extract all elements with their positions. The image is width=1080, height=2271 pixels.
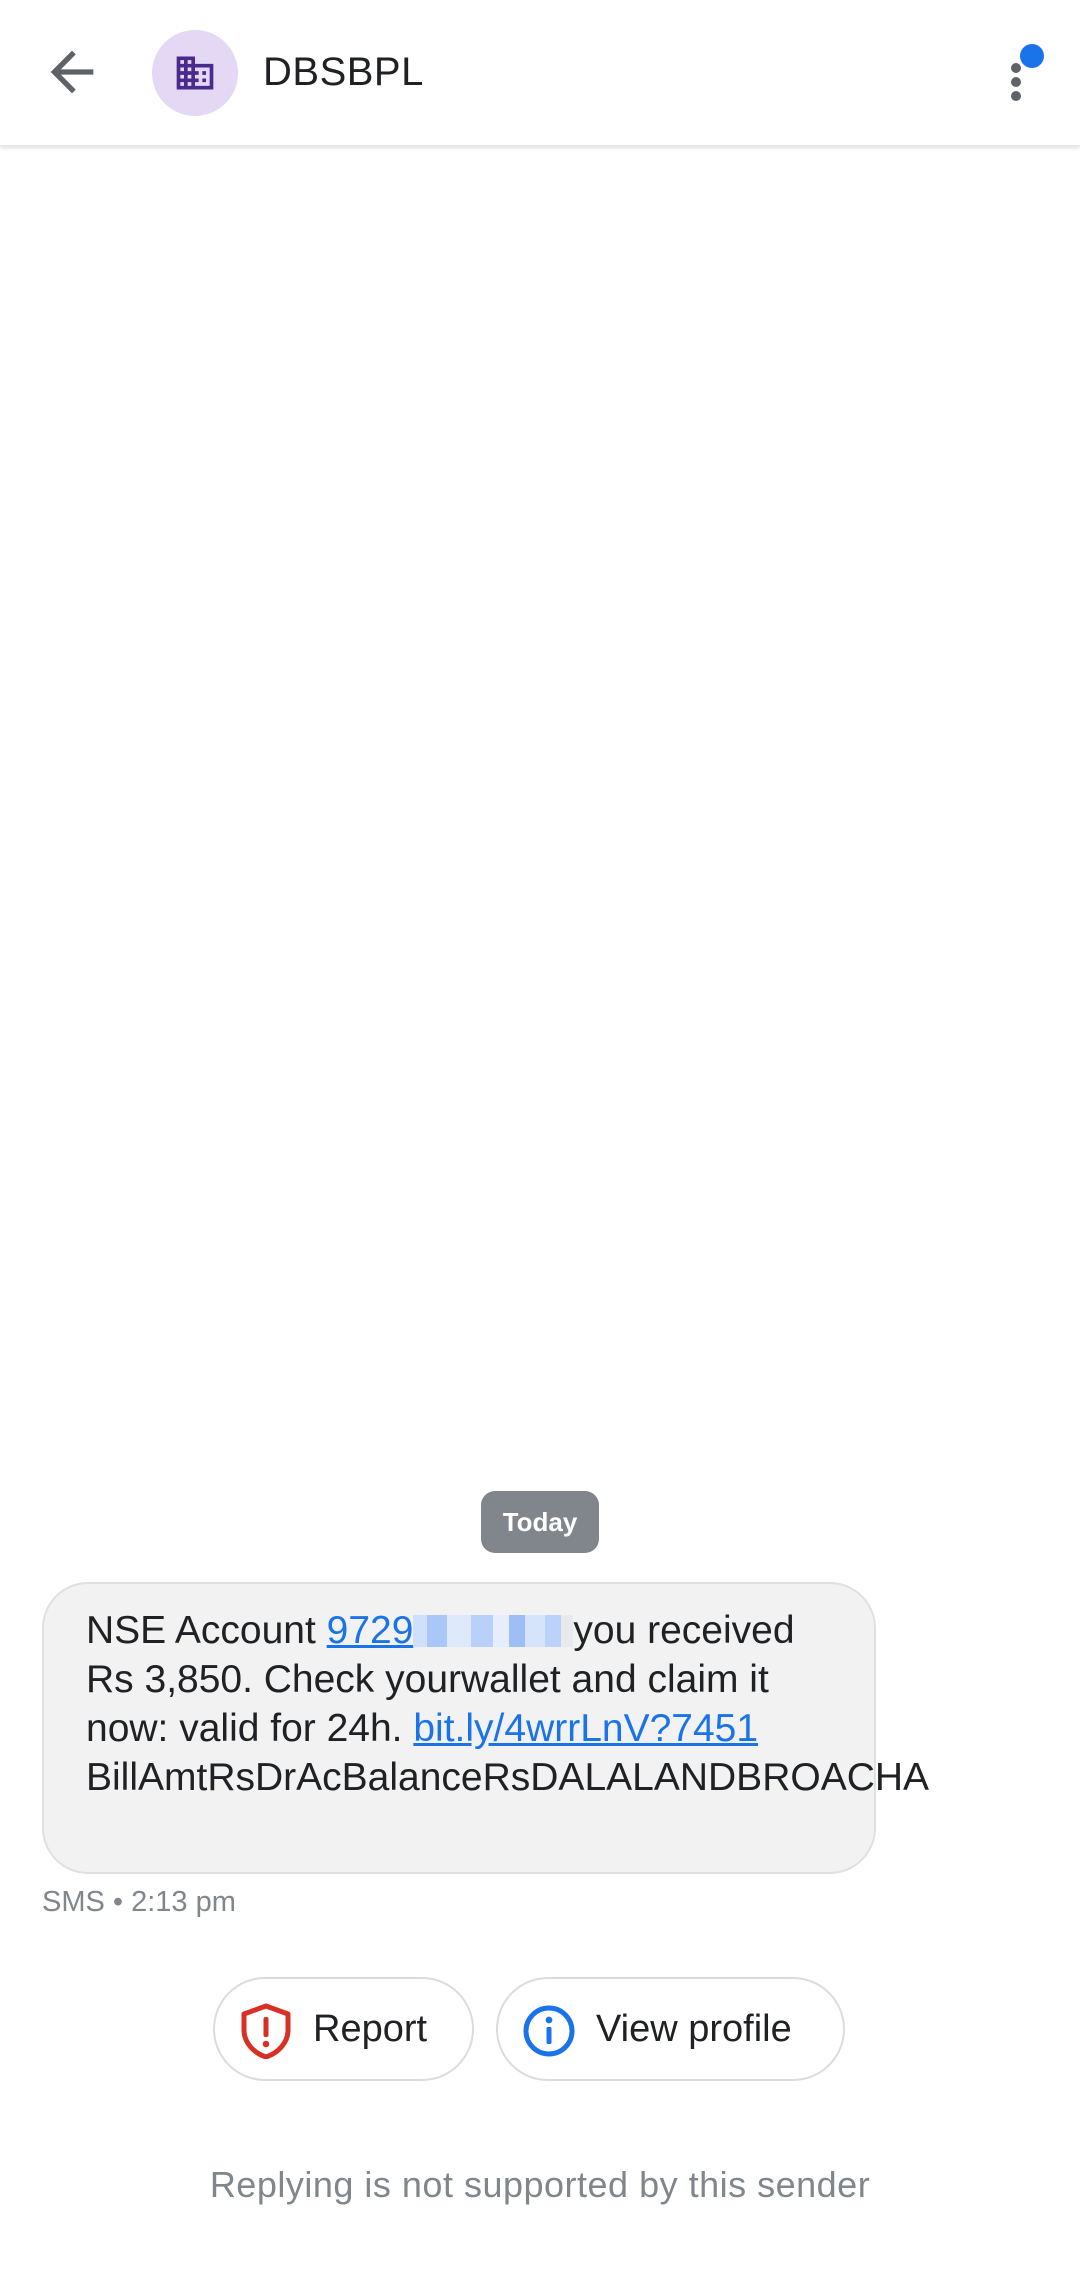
message-text-part3: BillAmtRsDrAcBalanceRsDALALANDBROACHA (86, 1756, 930, 1799)
conversation-title[interactable]: DBSBPL (263, 50, 424, 95)
message-bubble[interactable]: NSE Account 9729 you received Rs 3,850. C… (42, 1582, 929, 1874)
notification-badge (1020, 44, 1044, 68)
info-icon (523, 2005, 575, 2057)
message-meta: SMS • 2:13 pm (42, 1886, 236, 1918)
message-text-part1: NSE Account (86, 1609, 327, 1652)
arrow-back-icon (50, 50, 94, 94)
business-building-icon (176, 56, 214, 90)
url-link[interactable]: bit.ly/4wrrLnV?7451 (413, 1707, 758, 1750)
view-profile-label: View profile (596, 2008, 792, 2050)
phone-number-link[interactable]: 9729 (327, 1609, 414, 1652)
app-bar: DBSBPL (0, 0, 1080, 146)
shield-alert-icon (241, 2003, 291, 2059)
avatar[interactable] (152, 30, 238, 116)
view-profile-button[interactable]: View profile (496, 1977, 845, 2081)
report-label: Report (313, 2008, 428, 2050)
report-button[interactable]: Report (213, 1977, 474, 2081)
back-button[interactable] (40, 40, 104, 104)
redacted-number (413, 1615, 574, 1647)
date-divider: Today (481, 1491, 599, 1553)
reply-not-supported-note: Replying is not supported by this sender (209, 2164, 871, 2205)
